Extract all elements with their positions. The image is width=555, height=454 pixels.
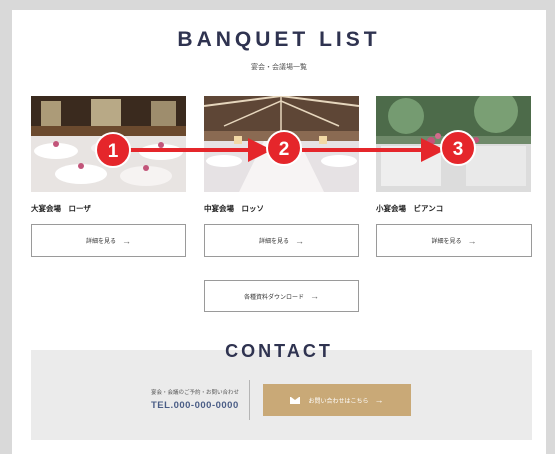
details-button-rosa[interactable]: 詳細を見る → (31, 224, 186, 257)
banquet-hall-photo-2 (204, 96, 359, 192)
page-subtitle: 宴会・会議場一覧 (251, 64, 307, 71)
arrow-right-icon: → (122, 235, 131, 246)
page-title: BANQUET LIST (177, 28, 381, 51)
banquet-hall-photo-3 (376, 96, 531, 192)
arrow-right-icon: → (310, 291, 319, 301)
contact-label: 宴会・会議のご予約・お問い合わせ (151, 390, 240, 396)
mail-icon (290, 396, 301, 404)
venue-image-rosso[interactable] (204, 96, 359, 192)
details-button-rosso[interactable]: 詳細を見る → (204, 224, 359, 257)
banquet-hall-photo-1 (31, 96, 186, 192)
arrow-right-icon: → (467, 235, 477, 246)
arrow-right-icon: → (295, 235, 304, 246)
venue-image-rosa[interactable] (31, 96, 186, 192)
contact-divider (249, 380, 250, 420)
download-materials-button[interactable]: 各種資料ダウンロード → (204, 280, 359, 312)
contact-title: CONTACT (225, 341, 333, 361)
details-button-label: 詳細を見る (85, 239, 116, 245)
venue-name-bianco: 小宴会場 ビアンコ (376, 204, 444, 213)
details-button-label: 詳細を見る (258, 239, 289, 245)
venue-image-bianco[interactable] (376, 96, 531, 192)
arrow-right-icon: → (374, 395, 384, 405)
download-button-label: 各種資料ダウンロード (243, 294, 304, 301)
contact-button-label: お問い合わせはこちら (308, 398, 369, 405)
contact-inquiry-button[interactable]: お問い合わせはこちら → (263, 384, 411, 416)
venue-name-rosso: 中宴会場 ロッソ (204, 204, 264, 213)
venue-name-rosa: 大宴会場 ローザ (31, 204, 91, 213)
contact-section: 宴会・会議のご予約・お問い合わせ TEL.000-000-0000 お問い合わせ… (31, 350, 532, 440)
page: BANQUET LIST 宴会・会議場一覧 大宴会場 ローザ 詳細を見る → 中… (12, 10, 546, 454)
details-button-label: 詳細を見る (431, 239, 462, 245)
details-button-bianco[interactable]: 詳細を見る → (376, 224, 532, 257)
contact-phone[interactable]: TEL.000-000-0000 (151, 400, 271, 411)
